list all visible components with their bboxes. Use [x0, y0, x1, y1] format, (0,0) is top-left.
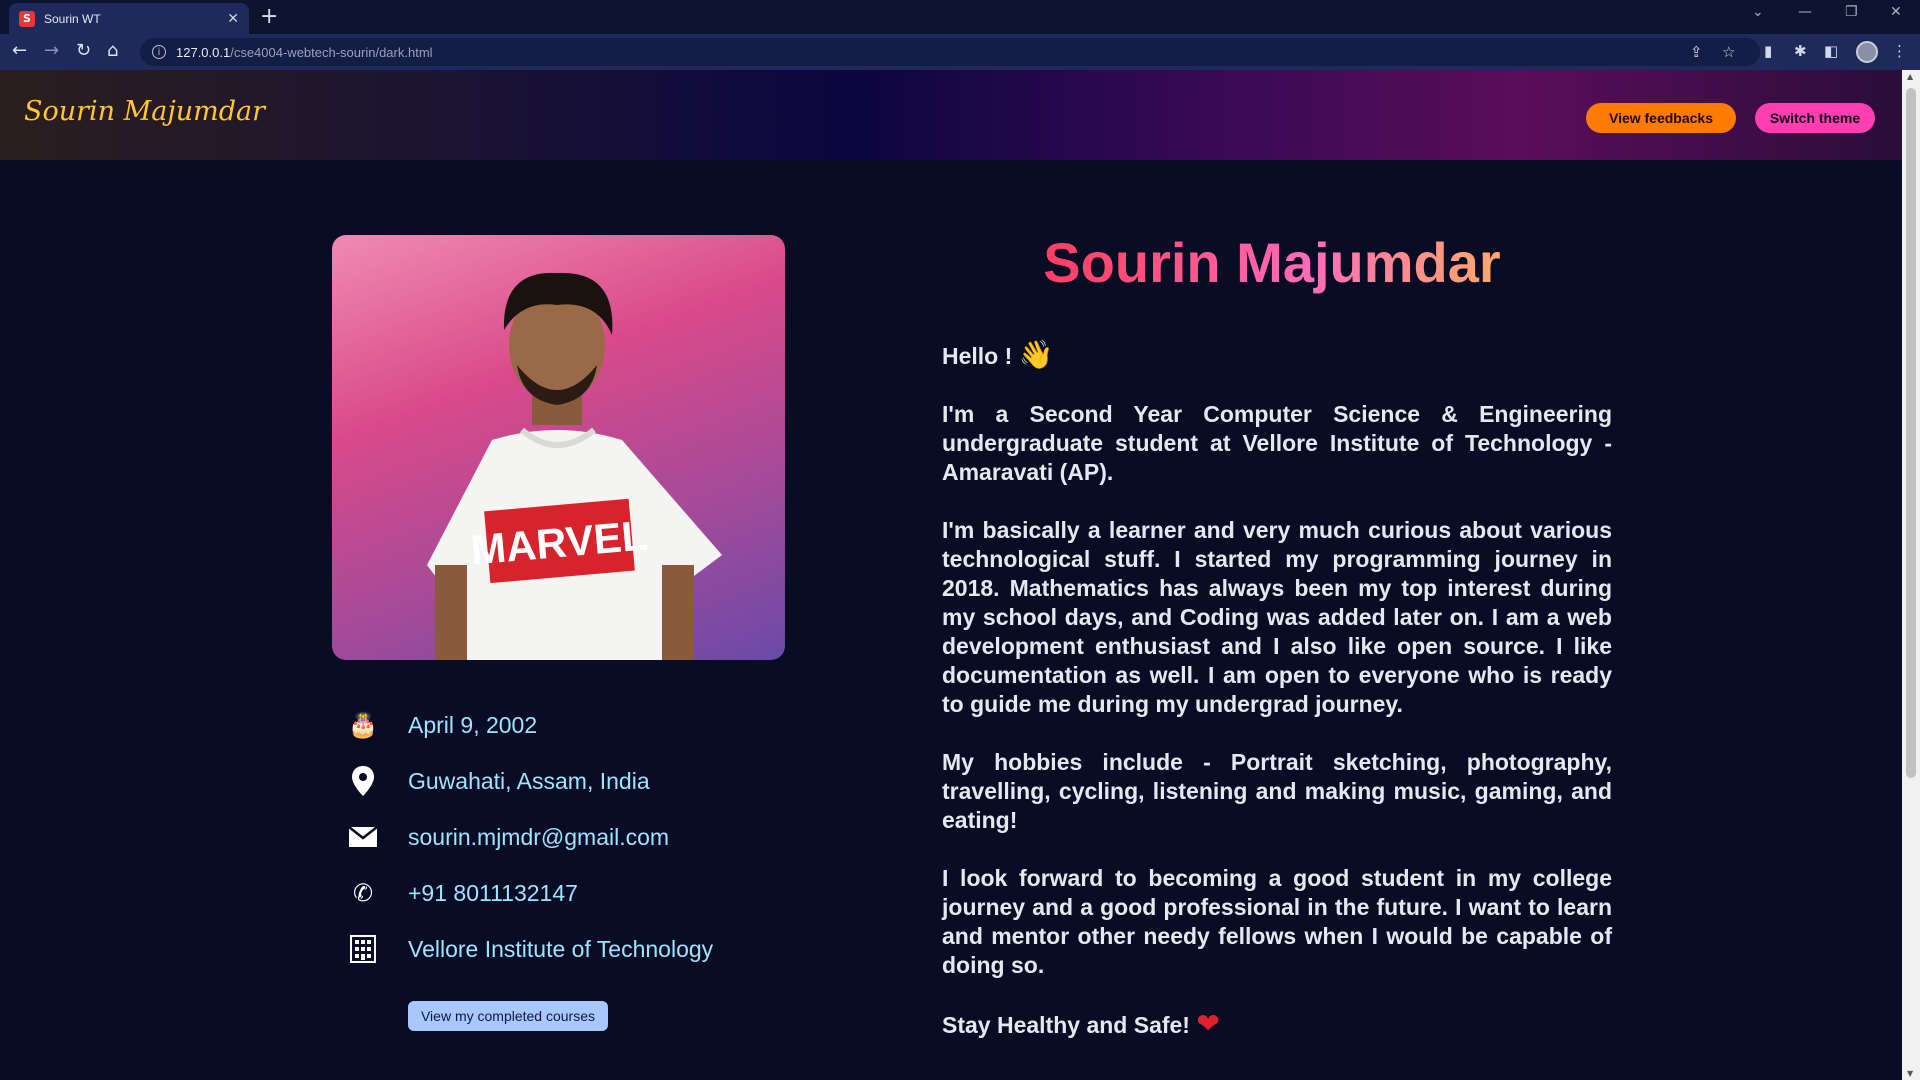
- email-link[interactable]: sourin.mjmdr@gmail.com: [408, 824, 669, 851]
- birthday-text: April 9, 2002: [408, 711, 538, 738]
- tab-search-icon[interactable]: ⌄: [1752, 4, 1764, 20]
- info-location: Guwahati, Assam, India: [348, 766, 650, 796]
- back-icon[interactable]: ←: [12, 40, 27, 61]
- bio-paragraph-3: My hobbies include - Portrait sketching,…: [942, 749, 1612, 833]
- switch-theme-button[interactable]: Switch theme: [1755, 103, 1875, 133]
- profile-avatar[interactable]: [1856, 41, 1878, 63]
- bio-paragraph-4: I look forward to becoming a good studen…: [942, 865, 1612, 978]
- bookmark-star-icon[interactable]: ☆: [1722, 43, 1735, 61]
- forward-icon[interactable]: →: [44, 40, 59, 61]
- phone-icon: ✆: [352, 879, 374, 907]
- reload-icon[interactable]: ↻: [76, 40, 91, 61]
- site-header: Sourin Majumdar View feedbacks Switch th…: [0, 70, 1902, 160]
- cake-icon: 🎂: [348, 711, 378, 739]
- home-icon[interactable]: ⌂: [107, 40, 118, 61]
- side-panel-icon[interactable]: ◧: [1824, 42, 1838, 60]
- greeting: Hello ! 👋: [942, 338, 1054, 371]
- scrollbar[interactable]: ▲ ▼: [1902, 70, 1920, 1080]
- about-text: Hello ! 👋 I'm a Second Year Computer Sci…: [942, 340, 1612, 1069]
- new-tab-icon[interactable]: +: [260, 4, 278, 29]
- minimize-icon[interactable]: —: [1798, 4, 1812, 20]
- scrollbar-thumb[interactable]: [1906, 88, 1916, 778]
- share-icon[interactable]: ⇪: [1690, 43, 1703, 61]
- site-info-icon[interactable]: i: [152, 45, 166, 59]
- menu-icon[interactable]: ⋮: [1892, 42, 1907, 60]
- name-heading: Sourin Majumdar: [942, 230, 1602, 295]
- bio-paragraph-2: I'm basically a learner and very much cu…: [942, 517, 1612, 717]
- view-courses-button[interactable]: View my completed courses: [408, 1001, 608, 1031]
- puzzle-icon[interactable]: ✱: [1794, 42, 1807, 60]
- close-tab-icon[interactable]: ✕: [227, 11, 239, 27]
- info-institute: Vellore Institute of Technology: [348, 934, 713, 964]
- heart-icon: ❤: [1196, 1007, 1220, 1040]
- closing-line: Stay Healthy and Safe! ❤: [942, 1007, 1220, 1040]
- phone-link[interactable]: +91 8011132147: [408, 880, 578, 907]
- profile-photo: MARVEL: [332, 235, 785, 660]
- browser-tab-bar: S Sourin WT ✕ + ⌄ — ❐ ✕: [0, 0, 1920, 34]
- tab-title: Sourin WT: [44, 11, 101, 26]
- favicon-icon: S: [19, 10, 35, 27]
- scroll-up-icon[interactable]: ▲: [1907, 72, 1913, 81]
- view-feedbacks-button[interactable]: View feedbacks: [1586, 103, 1736, 133]
- browser-tab[interactable]: S Sourin WT ✕: [9, 3, 249, 34]
- window-close-icon[interactable]: ✕: [1890, 4, 1902, 20]
- info-phone: ✆ +91 8011132147: [348, 878, 578, 908]
- institute-text: Vellore Institute of Technology: [408, 935, 714, 962]
- info-birthday: 🎂 April 9, 2002: [348, 710, 537, 740]
- browser-toolbar: ← → ↻ ⌂ i 127.0.0.1/cse4004-webtech-sour…: [0, 34, 1920, 70]
- bio-paragraph-1: I'm a Second Year Computer Science & Eng…: [942, 401, 1612, 485]
- scroll-down-icon[interactable]: ▼: [1907, 1069, 1913, 1078]
- extension-icon[interactable]: ▮: [1764, 42, 1772, 60]
- map-pin-icon: [348, 766, 378, 796]
- envelope-icon: [348, 822, 378, 852]
- info-email: sourin.mjmdr@gmail.com: [348, 822, 669, 852]
- waving-hand-icon: 👋: [1018, 338, 1054, 371]
- restore-icon[interactable]: ❐: [1845, 4, 1858, 20]
- address-bar[interactable]: i 127.0.0.1/cse4004-webtech-sourin/dark.…: [140, 38, 1760, 66]
- site-logo[interactable]: Sourin Majumdar: [24, 96, 265, 127]
- building-icon: [348, 934, 378, 964]
- location-text: Guwahati, Assam, India: [408, 767, 650, 794]
- url-text: 127.0.0.1/cse4004-webtech-sourin/dark.ht…: [176, 44, 433, 60]
